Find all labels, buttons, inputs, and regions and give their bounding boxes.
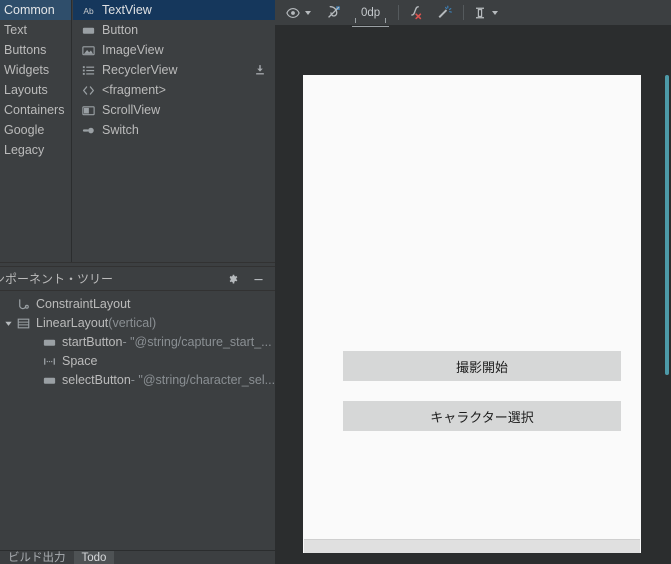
preview-start-button[interactable]: 撮影開始 xyxy=(343,351,621,381)
palette-item-label: ImageView xyxy=(102,43,164,57)
palette-item-label: Switch xyxy=(102,123,139,137)
button-icon xyxy=(41,373,57,389)
palette-category-containers[interactable]: Containers xyxy=(0,100,71,120)
palette-item-textview[interactable]: Ab TextView xyxy=(73,0,275,20)
palette-category-layouts[interactable]: Layouts xyxy=(0,80,71,100)
default-margin-value: 0dp xyxy=(355,6,387,23)
palette-item-scrollview[interactable]: ScrollView xyxy=(73,100,275,120)
toolbar-separator xyxy=(463,5,465,20)
tree-row-name: selectButton xyxy=(62,373,131,387)
component-tree-panel: ンポーネント・ツリー ConstraintLayout LinearLayout(… xyxy=(0,267,275,550)
left-column: Common Text Buttons Widgets Layouts Container… xyxy=(0,0,275,564)
switch-icon xyxy=(80,122,96,138)
palette-category-label: Google xyxy=(4,123,45,137)
button-icon xyxy=(80,22,96,38)
tree-row-name: Space xyxy=(62,354,98,368)
toolbar-separator xyxy=(398,5,400,20)
design-surface-scrollbar[interactable] xyxy=(665,75,669,375)
minimize-icon[interactable] xyxy=(250,271,266,287)
design-toolbar: 0dp xyxy=(275,0,671,27)
tree-row[interactable]: startButton - "@string/capture_start_... xyxy=(0,333,275,352)
tree-row-name: ConstraintLayout xyxy=(36,297,131,311)
bottom-tab[interactable] xyxy=(114,551,275,564)
device-preview-frame: 撮影開始 キャラクター選択 xyxy=(303,75,641,553)
palette-panel: Common Text Buttons Widgets Layouts Container… xyxy=(0,0,275,262)
bottom-tab[interactable]: ビルド出力 xyxy=(0,551,74,564)
palette-category-label: Layouts xyxy=(4,83,48,97)
palette-category-label: Containers xyxy=(4,103,65,117)
download-icon[interactable] xyxy=(253,63,267,77)
palette-item-imageview[interactable]: ImageView xyxy=(73,40,275,60)
autoconnect-off-icon[interactable] xyxy=(323,2,346,24)
tree-row-name: startButton xyxy=(62,335,123,349)
palette-item-fragment[interactable]: <fragment> xyxy=(73,80,275,100)
fragment-icon xyxy=(80,82,96,98)
palette-item-label: RecyclerView xyxy=(102,63,178,77)
android-studio-layout-editor: Common Text Buttons Widgets Layouts Container… xyxy=(0,0,671,564)
bottom-tool-window-tabs[interactable]: ビルド出力 Todo xyxy=(0,550,275,564)
tree-row-suffix: (vertical) xyxy=(108,316,157,330)
tree-row[interactable]: ConstraintLayout xyxy=(0,295,275,314)
svg-text:Ab: Ab xyxy=(83,5,94,15)
tree-row-suffix: - "@string/capture_start_... xyxy=(122,335,272,349)
palette-category-buttons[interactable]: Buttons xyxy=(0,40,71,60)
constraintlayout-icon xyxy=(15,297,31,313)
component-tree-title: ンポーネント・ツリー xyxy=(0,272,114,286)
tree-row-name: LinearLayout xyxy=(36,316,109,330)
palette-category-label: Widgets xyxy=(4,63,50,77)
component-tree-header: ンポーネント・ツリー xyxy=(0,267,275,291)
palette-item-label: ScrollView xyxy=(102,103,161,117)
default-margin-stepper[interactable]: 0dp xyxy=(352,2,390,27)
eye-icon[interactable] xyxy=(282,2,314,24)
component-tree-body[interactable]: ConstraintLayout LinearLayout (vertical) st… xyxy=(0,291,275,390)
tree-row-suffix: - "@string/character_sel... xyxy=(130,373,276,387)
tree-row[interactable]: selectButton - "@string/character_sel... xyxy=(0,371,275,390)
palette-category-widgets[interactable]: Widgets xyxy=(0,60,71,80)
palette-item-list[interactable]: Ab TextView Button ImageView RecyclerView <fr… xyxy=(73,0,275,262)
palette-category-label: Buttons xyxy=(4,43,47,57)
tree-row[interactable]: LinearLayout (vertical) xyxy=(0,314,275,333)
clear-constraints-icon[interactable] xyxy=(404,2,427,24)
device-screen: 撮影開始 キャラクター選択 xyxy=(303,75,641,553)
vertical-align-icon[interactable] xyxy=(469,2,501,24)
bottom-tab[interactable]: Todo xyxy=(73,551,115,564)
scrollview-icon xyxy=(80,102,96,118)
linearlayout-icon xyxy=(15,316,31,332)
expand-twisty-icon[interactable] xyxy=(2,319,15,328)
palette-item-label: <fragment> xyxy=(102,83,166,97)
palette-category-google[interactable]: Google xyxy=(0,120,71,140)
palette-category-list[interactable]: Common Text Buttons Widgets Layouts Container… xyxy=(0,0,72,262)
textview-icon: Ab xyxy=(80,2,96,18)
palette-item-label: Button xyxy=(102,23,139,37)
palette-item-label: TextView xyxy=(102,3,152,17)
design-surface[interactable]: 撮影開始 キャラクター選択 xyxy=(275,27,671,564)
tree-row[interactable]: Space xyxy=(0,352,275,371)
palette-item-button[interactable]: Button xyxy=(73,20,275,40)
space-icon xyxy=(41,354,57,370)
preview-select-button[interactable]: キャラクター選択 xyxy=(343,401,621,431)
palette-category-label: Text xyxy=(4,23,27,37)
imageview-icon xyxy=(80,42,96,58)
palette-category-common[interactable]: Common xyxy=(0,0,71,20)
palette-item-recyclerview[interactable]: RecyclerView xyxy=(73,60,275,80)
palette-item-switch[interactable]: Switch xyxy=(73,120,275,140)
gear-icon[interactable] xyxy=(225,271,241,287)
palette-category-legacy[interactable]: Legacy xyxy=(0,140,71,160)
recyclerview-icon xyxy=(80,62,96,78)
palette-category-text[interactable]: Text xyxy=(0,20,71,40)
magic-wand-icon[interactable] xyxy=(433,2,456,24)
palette-category-label: Common xyxy=(4,3,55,17)
button-icon xyxy=(41,335,57,351)
device-navigation-bar xyxy=(304,539,640,553)
palette-category-label: Legacy xyxy=(4,143,45,157)
